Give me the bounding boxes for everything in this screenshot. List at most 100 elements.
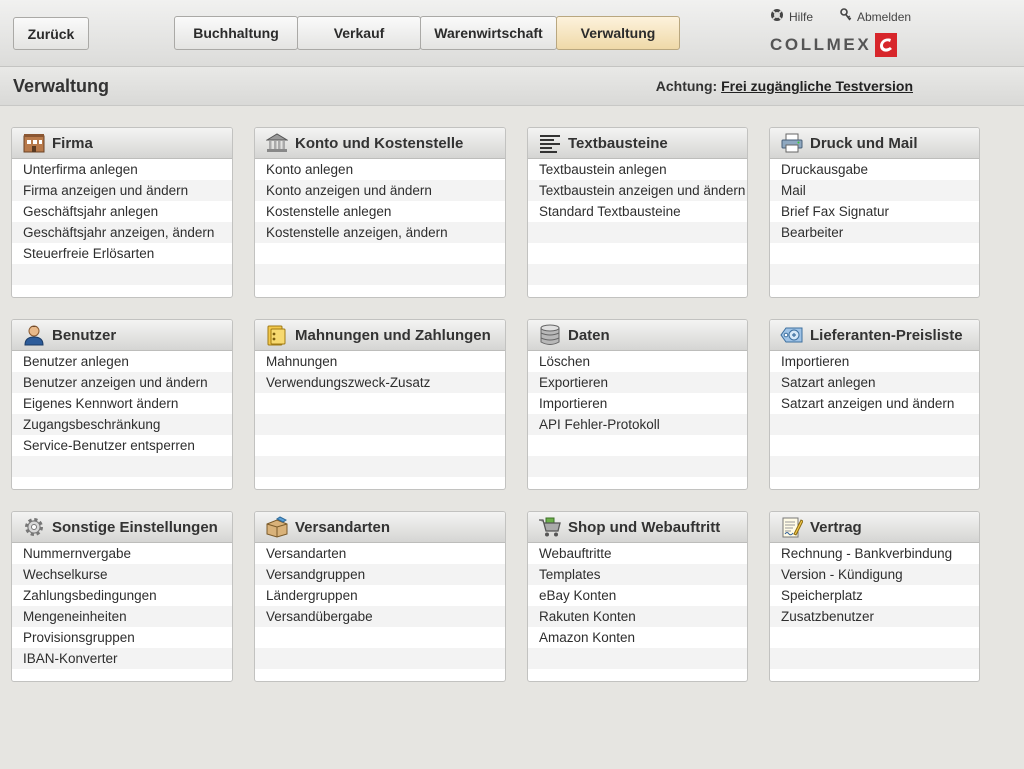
- sub-header: Verwaltung Achtung: Frei zugängliche Tes…: [0, 67, 1024, 106]
- menu-row-empty: [528, 648, 747, 669]
- menu-item-versandgruppen[interactable]: Versandgruppen: [255, 564, 505, 585]
- menu-item-webauftritte[interactable]: Webauftritte: [528, 543, 747, 564]
- menu-row-empty: [528, 456, 747, 477]
- menu-item-konto-anzeigen[interactable]: Konto anzeigen und ändern: [255, 180, 505, 201]
- tab-verwaltung[interactable]: Verwaltung: [556, 16, 680, 50]
- menu-item-service-benutzer-entsperren[interactable]: Service-Benutzer entsperren: [12, 435, 232, 456]
- user-icon: [22, 324, 46, 346]
- tab-warenwirtschaft[interactable]: Warenwirtschaft: [420, 16, 557, 50]
- panel-druck-mail: Druck und Mail Druckausgabe Mail Brief F…: [769, 127, 980, 298]
- menu-item-geschaeftsjahr-anlegen[interactable]: Geschäftsjahr anlegen: [12, 201, 232, 222]
- menu-item-rakuten-konten[interactable]: Rakuten Konten: [528, 606, 747, 627]
- menu-item-exportieren[interactable]: Exportieren: [528, 372, 747, 393]
- menu-item-laendergruppen[interactable]: Ländergruppen: [255, 585, 505, 606]
- menu-item-importieren[interactable]: Importieren: [528, 393, 747, 414]
- menu-item-templates[interactable]: Templates: [528, 564, 747, 585]
- panel-benutzer: Benutzer Benutzer anlegen Benutzer anzei…: [11, 319, 233, 490]
- panel-header: Versandarten: [255, 512, 505, 543]
- menu-item-verwendungszweck-zusatz[interactable]: Verwendungszweck-Zusatz: [255, 372, 505, 393]
- text-lines-icon: [538, 132, 562, 154]
- top-bar: Zurück Buchhaltung Verkauf Warenwirtscha…: [0, 0, 1024, 67]
- menu-item-brief-fax-signatur[interactable]: Brief Fax Signatur: [770, 201, 979, 222]
- menu-item-konto-anlegen[interactable]: Konto anlegen: [255, 159, 505, 180]
- menu-item-satzart-anzeigen[interactable]: Satzart anzeigen und ändern: [770, 393, 979, 414]
- panel-header: Shop und Webauftritt: [528, 512, 747, 543]
- logout-link[interactable]: Abmelden: [840, 8, 911, 25]
- panel-header: Konto und Kostenstelle: [255, 128, 505, 159]
- menu-item-version-kuendigung[interactable]: Version - Kündigung: [770, 564, 979, 585]
- menu-item-ebay-konten[interactable]: eBay Konten: [528, 585, 747, 606]
- menu-item-mengeneinheiten[interactable]: Mengeneinheiten: [12, 606, 232, 627]
- panel-header: Benutzer: [12, 320, 232, 351]
- package-icon: [265, 516, 289, 538]
- lifebuoy-icon: [770, 8, 784, 25]
- notice-prefix: Achtung:: [655, 78, 718, 94]
- menu-item-amazon-konten[interactable]: Amazon Konten: [528, 627, 747, 648]
- menu-item-bearbeiter[interactable]: Bearbeiter: [770, 222, 979, 243]
- panel-shop-webauftritt: Shop und Webauftritt Webauftritte Templa…: [527, 511, 748, 682]
- menu-item-zugangsbeschraenkung[interactable]: Zugangsbeschränkung: [12, 414, 232, 435]
- menu-item-rechnung-bankverbindung[interactable]: Rechnung - Bankverbindung: [770, 543, 979, 564]
- panel-title: Versandarten: [295, 518, 391, 536]
- panel-header: Vertrag: [770, 512, 979, 543]
- menu-item-api-fehler-protokoll[interactable]: API Fehler-Protokoll: [528, 414, 747, 435]
- menu-item-satzart-anlegen[interactable]: Satzart anlegen: [770, 372, 979, 393]
- menu-item-kennwort-aendern[interactable]: Eigenes Kennwort ändern: [12, 393, 232, 414]
- menu-item-geschaeftsjahr-anzeigen[interactable]: Geschäftsjahr anzeigen, ändern: [12, 222, 232, 243]
- menu-item-textbaustein-anzeigen[interactable]: Textbaustein anzeigen und ändern: [528, 180, 747, 201]
- menu-item-versandarten[interactable]: Versandarten: [255, 543, 505, 564]
- menu-item-zusatzbenutzer[interactable]: Zusatzbenutzer: [770, 606, 979, 627]
- panel-title: Textbausteine: [568, 134, 668, 152]
- panel-header: Textbausteine: [528, 128, 747, 159]
- panel-sonstige-einstellungen: Sonstige Einstellungen Nummernvergabe We…: [11, 511, 233, 682]
- panel-menu: Webauftritte Templates eBay Konten Rakut…: [528, 543, 747, 669]
- panel-title: Druck und Mail: [810, 134, 918, 152]
- menu-item-unterfirma-anlegen[interactable]: Unterfirma anlegen: [12, 159, 232, 180]
- panel-title: Sonstige Einstellungen: [52, 518, 218, 536]
- menu-item-kostenstelle-anlegen[interactable]: Kostenstelle anlegen: [255, 201, 505, 222]
- menu-item-wechselkurse[interactable]: Wechselkurse: [12, 564, 232, 585]
- contract-icon: [780, 516, 804, 538]
- menu-item-benutzer-anzeigen[interactable]: Benutzer anzeigen und ändern: [12, 372, 232, 393]
- panel-menu: Importieren Satzart anlegen Satzart anze…: [770, 351, 979, 477]
- tab-verkauf[interactable]: Verkauf: [297, 16, 421, 50]
- menu-row-empty: [255, 627, 505, 648]
- panel-title: Vertrag: [810, 518, 862, 536]
- panel-title: Mahnungen und Zahlungen: [295, 326, 491, 344]
- menu-item-nummernvergabe[interactable]: Nummernvergabe: [12, 543, 232, 564]
- menu-item-textbaustein-anlegen[interactable]: Textbaustein anlegen: [528, 159, 747, 180]
- menu-item-druckausgabe[interactable]: Druckausgabe: [770, 159, 979, 180]
- price-tag-icon: [780, 324, 804, 346]
- menu-item-versanduebergabe[interactable]: Versandübergabe: [255, 606, 505, 627]
- help-link[interactable]: Hilfe: [770, 8, 813, 25]
- panel-menu: Benutzer anlegen Benutzer anzeigen und ä…: [12, 351, 232, 477]
- menu-row-empty: [770, 648, 979, 669]
- panel-menu: Konto anlegen Konto anzeigen und ändern …: [255, 159, 505, 285]
- menu-item-mail[interactable]: Mail: [770, 180, 979, 201]
- menu-item-loeschen[interactable]: Löschen: [528, 351, 747, 372]
- menu-item-speicherplatz[interactable]: Speicherplatz: [770, 585, 979, 606]
- menu-row-empty: [770, 243, 979, 264]
- menu-row-empty: [528, 243, 747, 264]
- menu-item-zahlungsbedingungen[interactable]: Zahlungsbedingungen: [12, 585, 232, 606]
- panel-title: Lieferanten-Preisliste: [810, 326, 963, 344]
- panel-menu: Mahnungen Verwendungszweck-Zusatz: [255, 351, 505, 477]
- menu-item-steuerfreie-erloesarten[interactable]: Steuerfreie Erlösarten: [12, 243, 232, 264]
- menu-item-standard-textbausteine[interactable]: Standard Textbausteine: [528, 201, 747, 222]
- menu-item-provisionsgruppen[interactable]: Provisionsgruppen: [12, 627, 232, 648]
- panel-header: Mahnungen und Zahlungen: [255, 320, 505, 351]
- menu-item-mahnungen[interactable]: Mahnungen: [255, 351, 505, 372]
- menu-row-empty: [770, 264, 979, 285]
- building-icon: [22, 132, 46, 154]
- panel-menu: Unterfirma anlegen Firma anzeigen und än…: [12, 159, 232, 285]
- menu-item-kostenstelle-anzeigen[interactable]: Kostenstelle anzeigen, ändern: [255, 222, 505, 243]
- tab-buchhaltung[interactable]: Buchhaltung: [174, 16, 298, 50]
- menu-item-firma-anzeigen[interactable]: Firma anzeigen und ändern: [12, 180, 232, 201]
- test-version-link[interactable]: Frei zugängliche Testversion: [721, 78, 913, 94]
- back-button[interactable]: Zurück: [13, 17, 89, 50]
- menu-item-preisliste-importieren[interactable]: Importieren: [770, 351, 979, 372]
- panel-header: Daten: [528, 320, 747, 351]
- menu-item-benutzer-anlegen[interactable]: Benutzer anlegen: [12, 351, 232, 372]
- logo-text: COLLMEX: [770, 35, 872, 54]
- menu-item-iban-konverter[interactable]: IBAN-Konverter: [12, 648, 232, 669]
